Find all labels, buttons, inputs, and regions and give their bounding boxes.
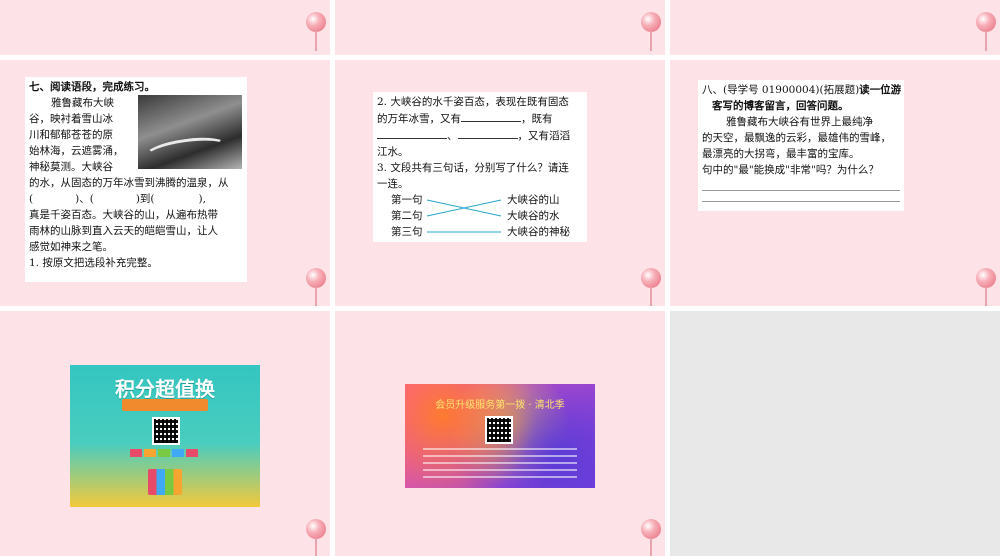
match-left: 第一句 第二句 第三句 — [391, 192, 423, 240]
slide-8[interactable]: 会员升级服务第一拨 · 清北季 — [335, 311, 665, 556]
pushpin-icon — [976, 12, 998, 52]
text-line: 雅鲁藏布大峡谷有世界上最纯净 — [726, 116, 873, 128]
points-promo-banner[interactable]: 积分超值换 — [70, 365, 260, 507]
qr-code-icon — [485, 416, 513, 444]
slide-2[interactable] — [335, 0, 665, 55]
match-right: 大峡谷的山 大峡谷的水 大峡谷的神秘 — [507, 192, 570, 240]
section-heading-cont: 客写的博客留言，回答问题。 — [712, 100, 849, 112]
books-illustration — [148, 469, 182, 495]
reading-card: 七、阅读语段，完成练习。 雅鲁藏布大峡 谷，映衬着雪山冰 川和郁郁苍苍的原 始林… — [25, 77, 247, 282]
text-line: 的水，从固态的万年冰雪到沸腾的温泉，从 — [29, 177, 229, 189]
match-right-item[interactable]: 大峡谷的神秘 — [507, 224, 570, 240]
section-heading: 七、阅读语段，完成练习。 — [29, 81, 155, 93]
slide-1[interactable] — [0, 0, 330, 55]
pushpin-icon — [641, 268, 663, 306]
promo-title: 积分超值换 — [115, 377, 215, 401]
match-left-item[interactable]: 第三句 — [391, 224, 423, 240]
match-right-item[interactable]: 大峡谷的山 — [507, 192, 570, 208]
text-line: 雨林的山脉到直入云天的皑皑雪山，让人 — [29, 225, 218, 237]
pushpin-icon — [641, 12, 663, 52]
text-line: 感觉如神来之笔。 — [29, 241, 113, 253]
slide-5[interactable]: 2. 大峡谷的水千姿百态，表现在既有固态 的万年冰雪，又有 ，既有 、，又有滔滔 … — [335, 60, 665, 306]
answer-line[interactable] — [702, 180, 900, 191]
text-line: 江水。 — [377, 146, 409, 158]
text-line: 的万年冰雪，又有 ，既有 — [377, 110, 583, 127]
match-left-item[interactable]: 第二句 — [391, 208, 423, 224]
pushpin-icon — [306, 519, 328, 556]
match-area: 第一句 第二句 第三句 大峡谷的山 大峡谷的水 大峡谷的神秘 — [377, 192, 583, 242]
membership-promo-banner[interactable]: 会员升级服务第一拨 · 清北季 — [405, 384, 595, 488]
question-2: 2. 大峡谷的水千姿百态，表现在既有固态 — [377, 96, 569, 108]
promo-buttons — [130, 449, 200, 457]
slide-7[interactable]: 积分超值换 — [0, 311, 330, 556]
text-line: 的天空，最飘逸的云彩，最雄伟的雪峰， — [702, 132, 891, 144]
promo-fine-print — [423, 448, 577, 478]
question-3: 3. 文段共有三句话，分别写了什么？请连 — [377, 162, 569, 174]
promo-title: 会员升级服务第一拨 · 清北季 — [435, 400, 565, 411]
pushpin-icon — [976, 268, 998, 306]
slide-4[interactable]: 七、阅读语段，完成练习。 雅鲁藏布大峡 谷，映衬着雪山冰 川和郁郁苍苍的原 始林… — [0, 60, 330, 306]
fill-blank-line: ()、()到(), — [29, 193, 206, 205]
pushpin-icon — [306, 12, 328, 52]
question-text: 句中的"最"能换成"非常"吗？为什么？ — [702, 164, 879, 176]
answer-blank[interactable] — [461, 110, 521, 122]
section-heading: 八、(导学号 01900004)(拓展题)读一位游 — [702, 84, 902, 96]
empty-cell — [670, 311, 1000, 556]
text-line: 、，又有滔滔 — [377, 127, 583, 144]
text-line: 一连。 — [377, 178, 409, 190]
text-line: 最漂亮的大拐弯，最丰富的宝库。 — [702, 148, 860, 160]
answer-blank[interactable] — [377, 127, 447, 139]
text-line: 真是千姿百态。大峡谷的山，从遍布热带 — [29, 209, 218, 221]
slide-3[interactable] — [670, 0, 1000, 55]
question-card: 八、(导学号 01900004)(拓展题)读一位游 客写的博客留言，回答问题。 … — [698, 80, 904, 211]
canyon-photo — [138, 95, 242, 169]
match-right-item[interactable]: 大峡谷的水 — [507, 208, 570, 224]
question-1: 1. 按原文把选段补充完整。 — [29, 257, 158, 269]
question-card: 2. 大峡谷的水千姿百态，表现在既有固态 的万年冰雪，又有 ，既有 、，又有滔滔 … — [373, 92, 587, 242]
promo-ribbon — [122, 399, 208, 411]
qr-code-icon — [152, 417, 180, 445]
slide-6[interactable]: 八、(导学号 01900004)(拓展题)读一位游 客写的博客留言，回答问题。 … — [670, 60, 1000, 306]
pushpin-icon — [641, 519, 663, 556]
answer-line[interactable] — [702, 191, 900, 202]
answer-blank[interactable] — [457, 127, 518, 139]
match-lines — [426, 199, 502, 233]
pushpin-icon — [306, 268, 328, 306]
match-left-item[interactable]: 第一句 — [391, 192, 423, 208]
